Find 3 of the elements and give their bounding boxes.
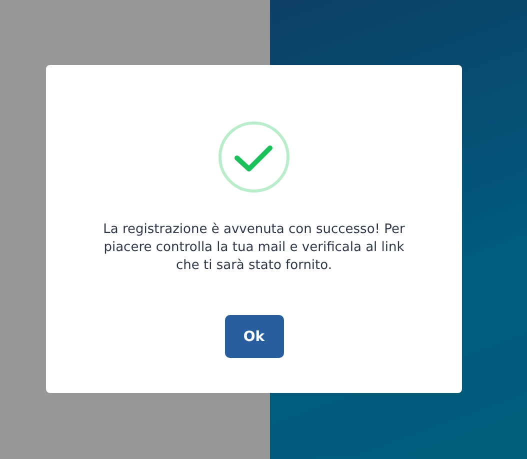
ok-button[interactable]: Ok bbox=[224, 315, 284, 358]
success-message: La registrazione è avvenuta con successo! Per piacere controlla la tua mail e verificala al link che ti sarà stato fornito. bbox=[102, 221, 406, 275]
check-circle-icon bbox=[218, 121, 290, 193]
